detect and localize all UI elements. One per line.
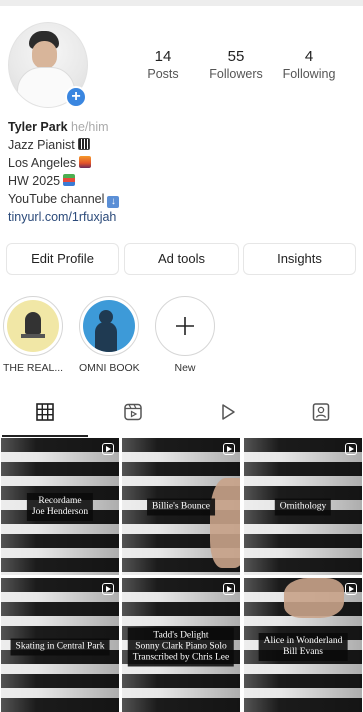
- reel-icon: [223, 443, 235, 455]
- post-caption: Skating in Central Park: [10, 638, 110, 655]
- following-label: Following: [282, 67, 336, 81]
- post-caption: Alice in Wonderland Bill Evans: [258, 632, 348, 661]
- stat-posts[interactable]: 14 Posts: [145, 48, 181, 81]
- grid-post[interactable]: Skating in Central Park: [1, 578, 119, 712]
- stat-following[interactable]: 4 Following: [278, 48, 340, 81]
- active-tab-indicator: [2, 435, 88, 437]
- followers-label: Followers: [209, 67, 263, 81]
- following-count: 4: [304, 48, 314, 65]
- post-caption: Recordame Joe Henderson: [26, 492, 94, 521]
- status-divider: [0, 0, 363, 6]
- reel-icon: [102, 583, 114, 595]
- plus-icon: [176, 317, 194, 335]
- grid-post[interactable]: Alice in Wonderland Bill Evans: [244, 578, 362, 712]
- profile-name: Tyler Park: [8, 120, 68, 134]
- highlight-label: THE REAL...: [3, 362, 64, 374]
- tab-tagged[interactable]: [276, 402, 363, 436]
- grid-post[interactable]: Ornithology: [244, 438, 362, 575]
- reel-icon: [345, 443, 357, 455]
- down-arrow-icon: ↓: [107, 196, 120, 208]
- tab-reels[interactable]: [88, 402, 178, 436]
- post-caption: Ornithology: [274, 498, 332, 515]
- bio-line: Jazz Pianist: [8, 138, 75, 152]
- grid-post[interactable]: Tadd's Delight Sonny Clark Piano Solo Tr…: [122, 578, 240, 712]
- play-icon: [222, 404, 235, 420]
- edit-profile-button[interactable]: Edit Profile: [6, 243, 119, 275]
- piano-emoji-icon: [77, 138, 90, 150]
- insights-button[interactable]: Insights: [243, 243, 356, 275]
- highlight-omni-book[interactable]: OMNI BOOK: [79, 296, 140, 374]
- highlight-label: New: [174, 362, 196, 374]
- reels-icon: [124, 403, 142, 421]
- bio-line: Los Angeles: [8, 156, 77, 170]
- tagged-icon: [312, 403, 330, 421]
- stat-followers[interactable]: 55 Followers: [205, 48, 267, 81]
- highlight-new[interactable]: New: [155, 296, 215, 374]
- grid-post[interactable]: Recordame Joe Henderson: [1, 438, 119, 575]
- bio-line: HW 2025: [8, 174, 61, 188]
- tab-videos[interactable]: [183, 402, 273, 436]
- post-caption: Tadd's Delight Sonny Clark Piano Solo Tr…: [127, 627, 235, 666]
- reel-icon: [223, 583, 235, 595]
- highlight-the-real[interactable]: THE REAL...: [3, 296, 63, 374]
- add-story-icon[interactable]: +: [65, 86, 87, 108]
- post-caption: Billie's Bounce: [147, 498, 215, 515]
- profile-bio: Tyler Park he/him Jazz Pianist Los Angel…: [8, 118, 120, 226]
- reel-icon: [102, 443, 114, 455]
- grid-icon: [36, 403, 54, 421]
- posts-label: Posts: [147, 67, 179, 81]
- posts-count: 14: [154, 48, 172, 65]
- highlight-label: OMNI BOOK: [79, 362, 140, 374]
- profile-link[interactable]: tinyurl.com/1rfuxjah: [8, 210, 116, 224]
- bio-line: YouTube channel: [8, 192, 105, 206]
- followers-count: 55: [227, 48, 245, 65]
- ad-tools-button[interactable]: Ad tools: [124, 243, 239, 275]
- reel-icon: [345, 583, 357, 595]
- tab-grid[interactable]: [0, 402, 90, 436]
- grid-post[interactable]: Billie's Bounce: [122, 438, 240, 575]
- profile-pronouns: he/him: [71, 120, 109, 134]
- sunset-city-icon: [79, 156, 92, 168]
- books-icon: [63, 174, 76, 186]
